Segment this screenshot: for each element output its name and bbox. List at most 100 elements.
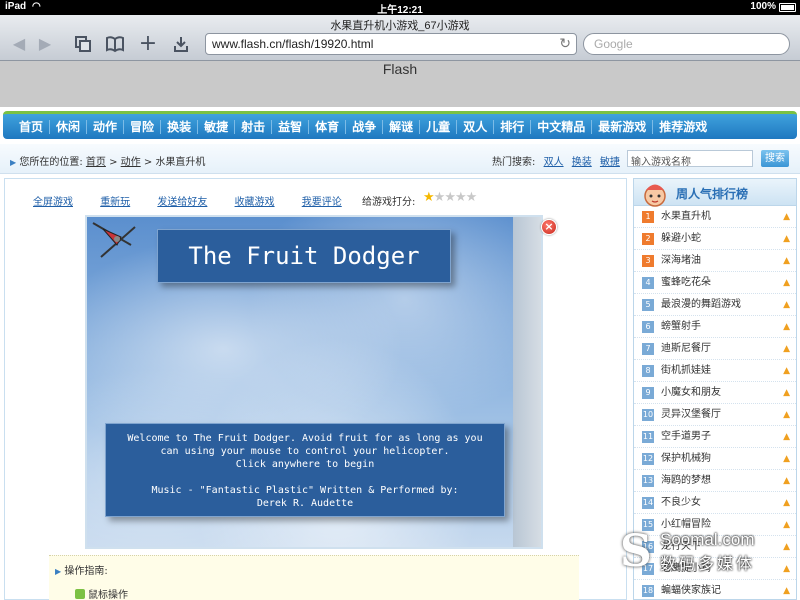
download-icon[interactable]	[170, 35, 192, 53]
ranking-item-name: 最浪漫的舞蹈游戏	[661, 299, 741, 310]
game-title: The Fruit Dodger	[157, 229, 451, 283]
rank-number: 7	[642, 343, 654, 355]
ranking-item[interactable]: 6 螃蟹射手 ▲	[634, 316, 796, 338]
hot-link[interactable]: 双人	[544, 157, 564, 168]
trend-up-icon: ▲	[783, 388, 790, 398]
status-bar: iPad ◠ 上午12:21 100%	[0, 0, 800, 16]
ranking-item[interactable]: 3 深海堵油 ▲	[634, 250, 796, 272]
nav-item[interactable]: 双人	[457, 119, 495, 134]
star-icon[interactable]: ★	[423, 190, 435, 205]
tabs-icon[interactable]	[72, 35, 94, 53]
ranking-item[interactable]: 8 街机抓娃娃 ▲	[634, 360, 796, 382]
game-search-input[interactable]: 输入游戏名称	[627, 150, 753, 168]
rating-stars[interactable]: ★★★★★	[423, 190, 478, 205]
trend-up-icon: ▲	[783, 410, 790, 420]
nav-item[interactable]: 排行	[494, 119, 532, 134]
game-edge-shade	[513, 217, 541, 547]
star-icon[interactable]: ★	[455, 190, 467, 205]
trend-up-icon: ▲	[783, 432, 790, 442]
trend-up-icon: ▲	[783, 344, 790, 354]
ranking-item[interactable]: 10 灵异汉堡餐厅 ▲	[634, 404, 796, 426]
breadcrumb-current: 水果直升机	[155, 157, 206, 168]
instruction-line: can using your mouse to control your hel…	[160, 446, 450, 457]
rating-label: 给游戏打分:	[362, 197, 416, 208]
nav-item[interactable]: 换装	[161, 119, 199, 134]
send-friend-link[interactable]: 发送给好友	[157, 197, 207, 208]
ranking-item[interactable]: 7 迪斯尼餐厅 ▲	[634, 338, 796, 360]
reload-icon[interactable]: ↻	[559, 35, 571, 52]
nav-item[interactable]: 解谜	[383, 119, 421, 134]
ranking-item-name: 躲避小蛇	[661, 233, 701, 244]
nav-item[interactable]: 动作	[87, 119, 125, 134]
ranking-item[interactable]: 9 小魔女和朋友 ▲	[634, 382, 796, 404]
ranking-item[interactable]: 4 蜜蜂吃花朵 ▲	[634, 272, 796, 294]
back-icon[interactable]: ◀	[8, 35, 30, 53]
trend-up-icon: ▲	[783, 278, 790, 288]
nav-item[interactable]: 儿童	[420, 119, 458, 134]
rank-number: 4	[642, 277, 654, 289]
search-input[interactable]: Google	[583, 33, 790, 55]
rank-number: 1	[642, 211, 654, 223]
nav-item[interactable]: 最新游戏	[592, 119, 654, 134]
star-icon[interactable]: ★	[434, 190, 446, 205]
breadcrumb-category[interactable]: 动作	[121, 157, 141, 168]
breadcrumb-home[interactable]: 首页	[86, 157, 106, 168]
mouse-control-text: 鼠标操作	[88, 590, 128, 600]
rank-number: 12	[642, 453, 654, 465]
ranking-item[interactable]: 14 不良少女 ▲	[634, 492, 796, 514]
rank-number: 8	[642, 365, 654, 377]
nav-item[interactable]: 首页	[13, 119, 51, 134]
watermark: S Soomal.com 数码多媒体	[600, 522, 800, 600]
search-button[interactable]: 搜索	[761, 150, 789, 167]
game-actions: 全屏游戏 重新玩 发送给好友 收藏游戏 我要评论	[33, 193, 366, 208]
nav-item[interactable]: 休闲	[50, 119, 88, 134]
breadcrumb-sep: >	[109, 157, 118, 168]
nav-item[interactable]: 射击	[235, 119, 273, 134]
star-icon[interactable]: ★	[444, 190, 456, 205]
nav-item[interactable]: 冒险	[124, 119, 162, 134]
ranking-item[interactable]: 13 海鸥的梦想 ▲	[634, 470, 796, 492]
ranking-item-name: 深海堵油	[661, 255, 701, 266]
ranking-item-name: 保护机械狗	[661, 453, 711, 464]
battery-icon	[779, 3, 796, 12]
clock: 上午12:21	[377, 5, 423, 16]
nav-item[interactable]: 益智	[272, 119, 310, 134]
nav-item[interactable]: 推荐游戏	[653, 120, 713, 134]
rank-number: 3	[642, 255, 654, 267]
fullscreen-link[interactable]: 全屏游戏	[33, 197, 73, 208]
star-icon[interactable]: ★	[466, 190, 478, 205]
nav-item[interactable]: 敏捷	[198, 119, 236, 134]
ranking-item-name: 迪斯尼餐厅	[661, 343, 711, 354]
ranking-item[interactable]: 1 水果直升机 ▲	[634, 206, 796, 228]
hot-link[interactable]: 敏捷	[600, 157, 620, 168]
replay-link[interactable]: 重新玩	[100, 197, 130, 208]
ranking-item[interactable]: 2 躲避小蛇 ▲	[634, 228, 796, 250]
ranking-item[interactable]: 11 空手道男子 ▲	[634, 426, 796, 448]
game-canvas[interactable]: The Fruit Dodger Welcome to The Fruit Do…	[85, 215, 543, 549]
instruction-line: Click anywhere to begin	[235, 459, 375, 470]
guide-label-text: 操作指南:	[64, 566, 108, 577]
ranking-item-name: 螃蟹射手	[661, 321, 701, 332]
trend-up-icon: ▲	[783, 498, 790, 508]
mouse-control: 鼠标操作	[75, 586, 128, 600]
ranking-title: 周人气排行榜	[676, 187, 749, 201]
forward-icon[interactable]: ▶	[34, 35, 56, 53]
nav-item[interactable]: 战争	[346, 119, 384, 134]
ranking-item[interactable]: 12 保护机械狗 ▲	[634, 448, 796, 470]
nav-item[interactable]: 体育	[309, 119, 347, 134]
nav-item[interactable]: 中文精品	[531, 119, 593, 134]
address-bar[interactable]: www.flash.cn/flash/19920.html ↻	[205, 33, 577, 55]
arrow-icon: ▶	[55, 567, 62, 576]
bookmarks-icon[interactable]	[104, 35, 126, 53]
add-icon[interactable]: +	[137, 33, 159, 55]
rank-number: 13	[642, 475, 654, 487]
hot-link[interactable]: 换装	[572, 157, 592, 168]
battery-percent: 100%	[750, 1, 776, 12]
helicopter-icon	[92, 222, 136, 258]
close-icon[interactable]: ×	[541, 219, 557, 235]
comment-link[interactable]: 我要评论	[302, 197, 342, 208]
ranking-item[interactable]: 5 最浪漫的舞蹈游戏 ▲	[634, 294, 796, 316]
rank-number: 10	[642, 409, 654, 421]
game-panel: 全屏游戏 重新玩 发送给好友 收藏游戏 我要评论 给游戏打分: ★★★★★ Th…	[4, 178, 627, 600]
favorite-link[interactable]: 收藏游戏	[235, 197, 275, 208]
